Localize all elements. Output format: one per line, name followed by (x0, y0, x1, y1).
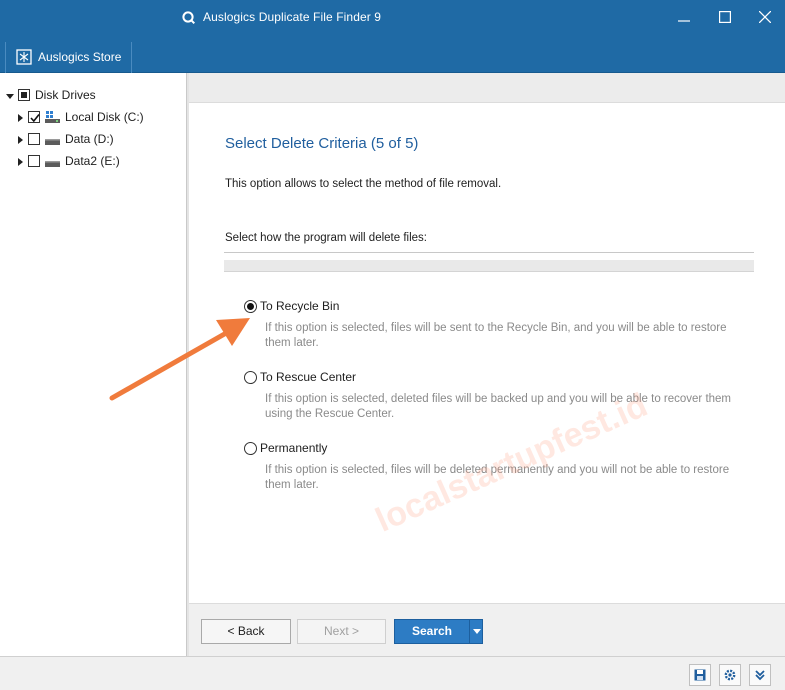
drive-tree-panel: Disk Drives Local Disk (C:) Data (D:) Da… (0, 73, 187, 656)
next-button[interactable]: Next > (297, 619, 386, 644)
chevron-down-icon (473, 629, 481, 634)
drive-icon (45, 139, 60, 145)
section-label: Select how the program will delete files… (225, 232, 427, 244)
close-icon (759, 11, 771, 23)
expand-right-triangle-icon[interactable] (15, 135, 25, 145)
status-bar (0, 656, 785, 690)
recycle-bin-radio[interactable] (244, 300, 257, 313)
settings-button[interactable] (719, 664, 741, 686)
local-disk-c-checkbox[interactable] (28, 111, 40, 123)
option-description: If this option is selected, deleted file… (265, 393, 732, 420)
drive-icon (45, 161, 60, 167)
tree-item-local-disk-c[interactable]: Local Disk (C:) (0, 109, 185, 127)
disk-drives-checkbox[interactable] (18, 89, 30, 101)
section-divider (224, 252, 754, 253)
store-icon (16, 49, 32, 65)
system-drive-icon (45, 111, 60, 123)
tree-item-label: Data2 (E:) (65, 154, 120, 168)
option-description: If this option is selected, files will b… (265, 322, 727, 349)
store-button[interactable]: Auslogics Store (5, 42, 132, 73)
tree-item-label: Data (D:) (65, 132, 114, 146)
content-header-bar (189, 73, 785, 103)
permanently-radio[interactable] (244, 442, 257, 455)
option-label[interactable]: To Recycle Bin (260, 299, 339, 313)
minimize-icon (678, 20, 690, 22)
menu-bar: Auslogics Store (0, 36, 785, 73)
tree-item-label: Local Disk (C:) (65, 110, 144, 124)
expand-down-triangle-icon[interactable] (5, 91, 15, 101)
title-bar: Auslogics Duplicate File Finder 9 (0, 0, 785, 36)
app-logo-icon (182, 11, 195, 24)
search-dropdown-button[interactable] (469, 620, 483, 643)
settings-icon (724, 669, 736, 681)
maximize-button[interactable] (705, 0, 745, 36)
close-button[interactable] (745, 0, 785, 36)
minimize-button[interactable] (664, 0, 704, 36)
data-d-checkbox[interactable] (28, 133, 40, 145)
back-button[interactable]: < Back (201, 619, 291, 644)
store-label: Auslogics Store (38, 50, 122, 64)
tree-root-disk-drives[interactable]: Disk Drives (0, 87, 185, 105)
rescue-center-radio[interactable] (244, 371, 257, 384)
section-bar (224, 260, 754, 272)
search-button-label[interactable]: Search (395, 620, 469, 643)
page-description: This option allows to select the method … (225, 178, 502, 190)
option-description: If this option is selected, files will b… (265, 464, 730, 491)
tree-item-data-d[interactable]: Data (D:) (0, 131, 185, 149)
option-label[interactable]: Permanently (260, 441, 327, 455)
tree-item-data2-e[interactable]: Data2 (E:) (0, 153, 185, 171)
wizard-content: Select Delete Criteria (5 of 5) This opt… (189, 103, 785, 603)
expand-right-triangle-icon[interactable] (15, 113, 25, 123)
window-title: Auslogics Duplicate File Finder 9 (203, 10, 382, 24)
page-title: Select Delete Criteria (5 of 5) (225, 135, 419, 152)
save-icon (694, 669, 706, 681)
save-button[interactable] (689, 664, 711, 686)
expand-right-triangle-icon[interactable] (15, 157, 25, 167)
search-button[interactable]: Search (394, 619, 483, 644)
data2-e-checkbox[interactable] (28, 155, 40, 167)
tree-root-label: Disk Drives (35, 88, 96, 102)
expand-down-icon (755, 670, 765, 681)
checkmark-icon (30, 114, 40, 123)
option-label[interactable]: To Rescue Center (260, 370, 356, 384)
wizard-footer: < Back Next > Search (189, 603, 785, 656)
maximize-icon (719, 11, 731, 23)
expand-button[interactable] (749, 664, 771, 686)
